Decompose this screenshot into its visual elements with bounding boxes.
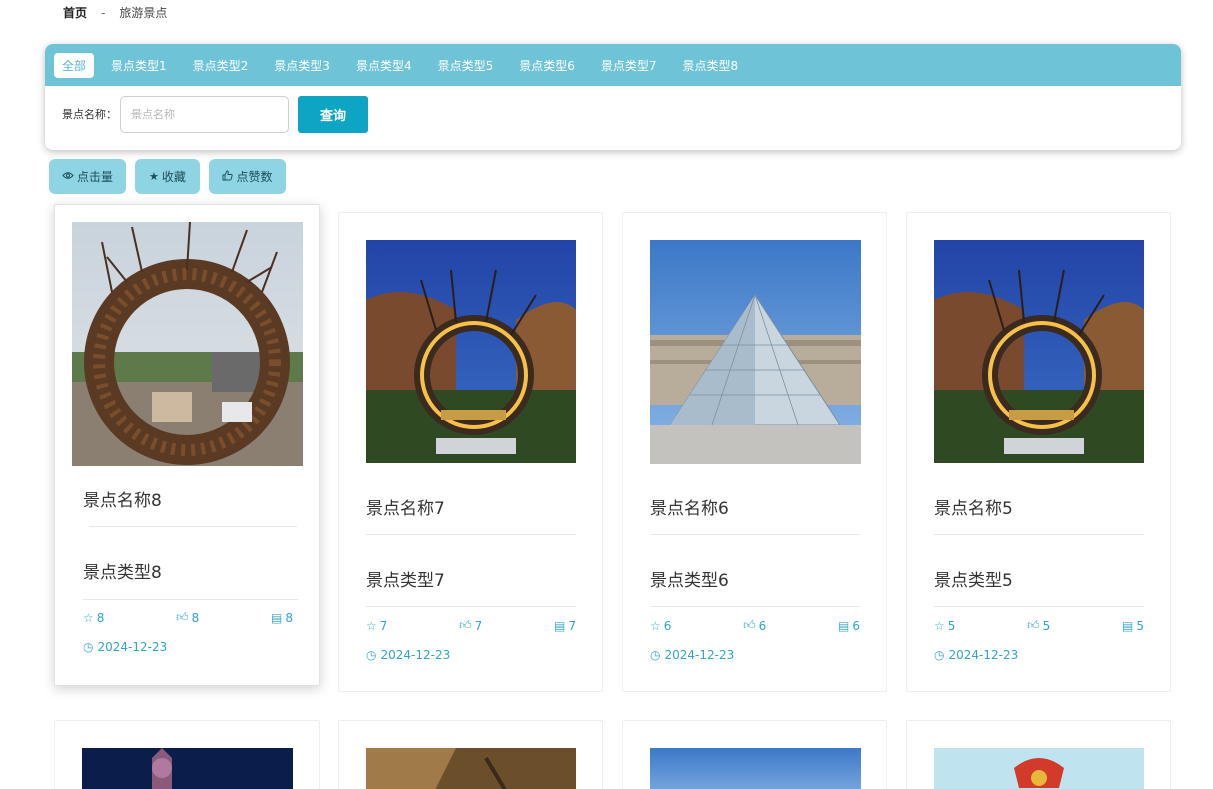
breadcrumb: 首页 - 旅游景点 [63, 4, 167, 21]
sort-label: 点击量 [76, 170, 113, 184]
tab-type-8[interactable]: 景点类型8 [683, 57, 739, 74]
attraction-photo[interactable] [72, 222, 303, 466]
attraction-type: 景点类型7 [366, 571, 445, 591]
comment-count: ▤ 7 [554, 618, 576, 633]
attraction-card[interactable] [906, 720, 1171, 789]
like-count: 👍︎ 6 [743, 618, 767, 633]
thumb-up-icon: 👍︎ [1027, 618, 1040, 632]
star-outline-icon: ☆ [650, 618, 661, 633]
breadcrumb-current: 旅游景点 [119, 6, 168, 20]
star-outline-icon: ☆ [934, 618, 945, 633]
favorite-count: ☆ 6 [650, 618, 672, 633]
divider [83, 599, 298, 600]
attraction-name[interactable]: 景点名称5 [934, 494, 1013, 519]
divider [650, 534, 860, 535]
favorite-count: ☆ 5 [934, 618, 956, 633]
tab-type-6[interactable]: 景点类型6 [519, 57, 575, 74]
thumb-up-icon: 👍︎ [176, 610, 189, 624]
clock-icon: ◷ [934, 648, 945, 662]
attraction-type: 景点类型6 [650, 571, 729, 591]
thumb-up-icon: 👍︎ [743, 618, 756, 632]
tab-type-7[interactable]: 景点类型7 [601, 57, 657, 74]
sort-label: 点赞数 [236, 170, 273, 184]
sort-by-clicks-button[interactable]: 点击量 [49, 159, 126, 194]
search-button[interactable]: 查询 [298, 95, 368, 133]
comment-count: ▤ 8 [271, 610, 293, 625]
comment-icon: ▤ [838, 618, 850, 633]
comment-count: ▤ 5 [1122, 618, 1144, 633]
publish-date: ◷ 2024-12-23 [650, 648, 735, 662]
comment-icon: ▤ [1122, 618, 1134, 633]
search-label: 景点名称： [62, 108, 117, 121]
attraction-photo[interactable] [650, 240, 861, 464]
card-stats: ☆ 7 👍︎ 7 ▤ 7 [366, 618, 576, 633]
star-outline-icon: ☆ [83, 610, 94, 625]
card-stats: ☆ 5 👍︎ 5 ▤ 5 [934, 618, 1144, 633]
attraction-card[interactable] [54, 720, 320, 789]
favorite-count: ☆ 8 [83, 610, 105, 625]
clock-icon: ◷ [366, 648, 377, 662]
filter-panel: 全部 景点类型1 景点类型2 景点类型3 景点类型4 景点类型5 景点类型6 景… [45, 44, 1181, 150]
like-count: 👍︎ 7 [459, 618, 483, 633]
card-stats: ☆ 8 👍︎ 8 ▤ 8 [83, 610, 293, 625]
sort-label: 收藏 [161, 170, 186, 184]
publish-date: ◷ 2024-12-23 [366, 648, 451, 662]
attraction-name[interactable]: 景点名称6 [650, 494, 729, 519]
attraction-card[interactable]: 景点名称8 景点类型8 ☆ 8 👍︎ 8 ▤ 8 ◷ 2024-12-23 [54, 204, 320, 686]
attraction-photo[interactable] [934, 748, 1144, 789]
divider [89, 526, 297, 527]
attraction-card[interactable]: 景点名称7 景点类型7 ☆ 7 👍︎ 7 ▤ 7 ◷ 2024-12-23 [338, 212, 603, 692]
attraction-card[interactable]: 景点名称6 景点类型6 ☆ 6 👍︎ 6 ▤ 6 ◷ 2024-12-23 [622, 212, 887, 692]
star-icon: ★ [149, 170, 159, 183]
sort-bar: 点击量 ★ 收藏 点赞数 [49, 159, 286, 194]
tab-type-4[interactable]: 景点类型4 [356, 57, 412, 74]
tab-type-1[interactable]: 景点类型1 [111, 57, 167, 74]
like-count: 👍︎ 8 [176, 610, 200, 625]
divider [650, 606, 860, 607]
favorite-count: ☆ 7 [366, 618, 388, 633]
comment-count: ▤ 6 [838, 618, 860, 633]
attraction-card[interactable]: 景点名称5 景点类型5 ☆ 5 👍︎ 5 ▤ 5 ◷ 2024-12-23 [906, 212, 1171, 692]
attraction-type: 景点类型8 [83, 563, 162, 583]
search-row: 景点名称： 查询 [45, 95, 1181, 133]
attraction-photo[interactable] [82, 748, 293, 789]
attraction-photo[interactable] [934, 240, 1144, 463]
clock-icon: ◷ [650, 648, 661, 662]
thumb-up-icon: 👍︎ [459, 618, 472, 632]
divider [934, 534, 1144, 535]
attraction-photo[interactable] [366, 240, 576, 463]
category-tab-bar: 全部 景点类型1 景点类型2 景点类型3 景点类型4 景点类型5 景点类型6 景… [45, 44, 1181, 86]
breadcrumb-home[interactable]: 首页 [63, 4, 87, 21]
attraction-card[interactable] [622, 720, 887, 789]
clock-icon: ◷ [83, 640, 94, 654]
attraction-name[interactable]: 景点名称7 [366, 494, 445, 519]
attraction-name[interactable]: 景点名称8 [83, 486, 162, 511]
attraction-card[interactable] [338, 720, 603, 789]
divider [366, 534, 576, 535]
card-stats: ☆ 6 👍︎ 6 ▤ 6 [650, 618, 860, 633]
attraction-photo[interactable] [366, 748, 576, 789]
thumb-up-icon [222, 170, 234, 184]
sort-by-favorites-button[interactable]: ★ 收藏 [135, 159, 200, 194]
tab-type-3[interactable]: 景点类型3 [274, 57, 330, 74]
star-outline-icon: ☆ [366, 618, 377, 633]
tab-type-5[interactable]: 景点类型5 [438, 57, 494, 74]
tab-type-2[interactable]: 景点类型2 [193, 57, 249, 74]
breadcrumb-separator: - [101, 5, 106, 20]
comment-icon: ▤ [554, 618, 566, 633]
publish-date: ◷ 2024-12-23 [83, 640, 168, 654]
publish-date: ◷ 2024-12-23 [934, 648, 1019, 662]
eye-icon [62, 170, 74, 183]
sort-by-likes-button[interactable]: 点赞数 [209, 159, 286, 194]
comment-icon: ▤ [271, 610, 283, 625]
search-input[interactable] [120, 95, 289, 133]
attraction-type: 景点类型5 [934, 571, 1013, 591]
divider [934, 606, 1144, 607]
divider [366, 606, 576, 607]
attraction-photo[interactable] [650, 748, 861, 789]
like-count: 👍︎ 5 [1027, 618, 1051, 633]
tab-all[interactable]: 全部 [54, 52, 95, 78]
